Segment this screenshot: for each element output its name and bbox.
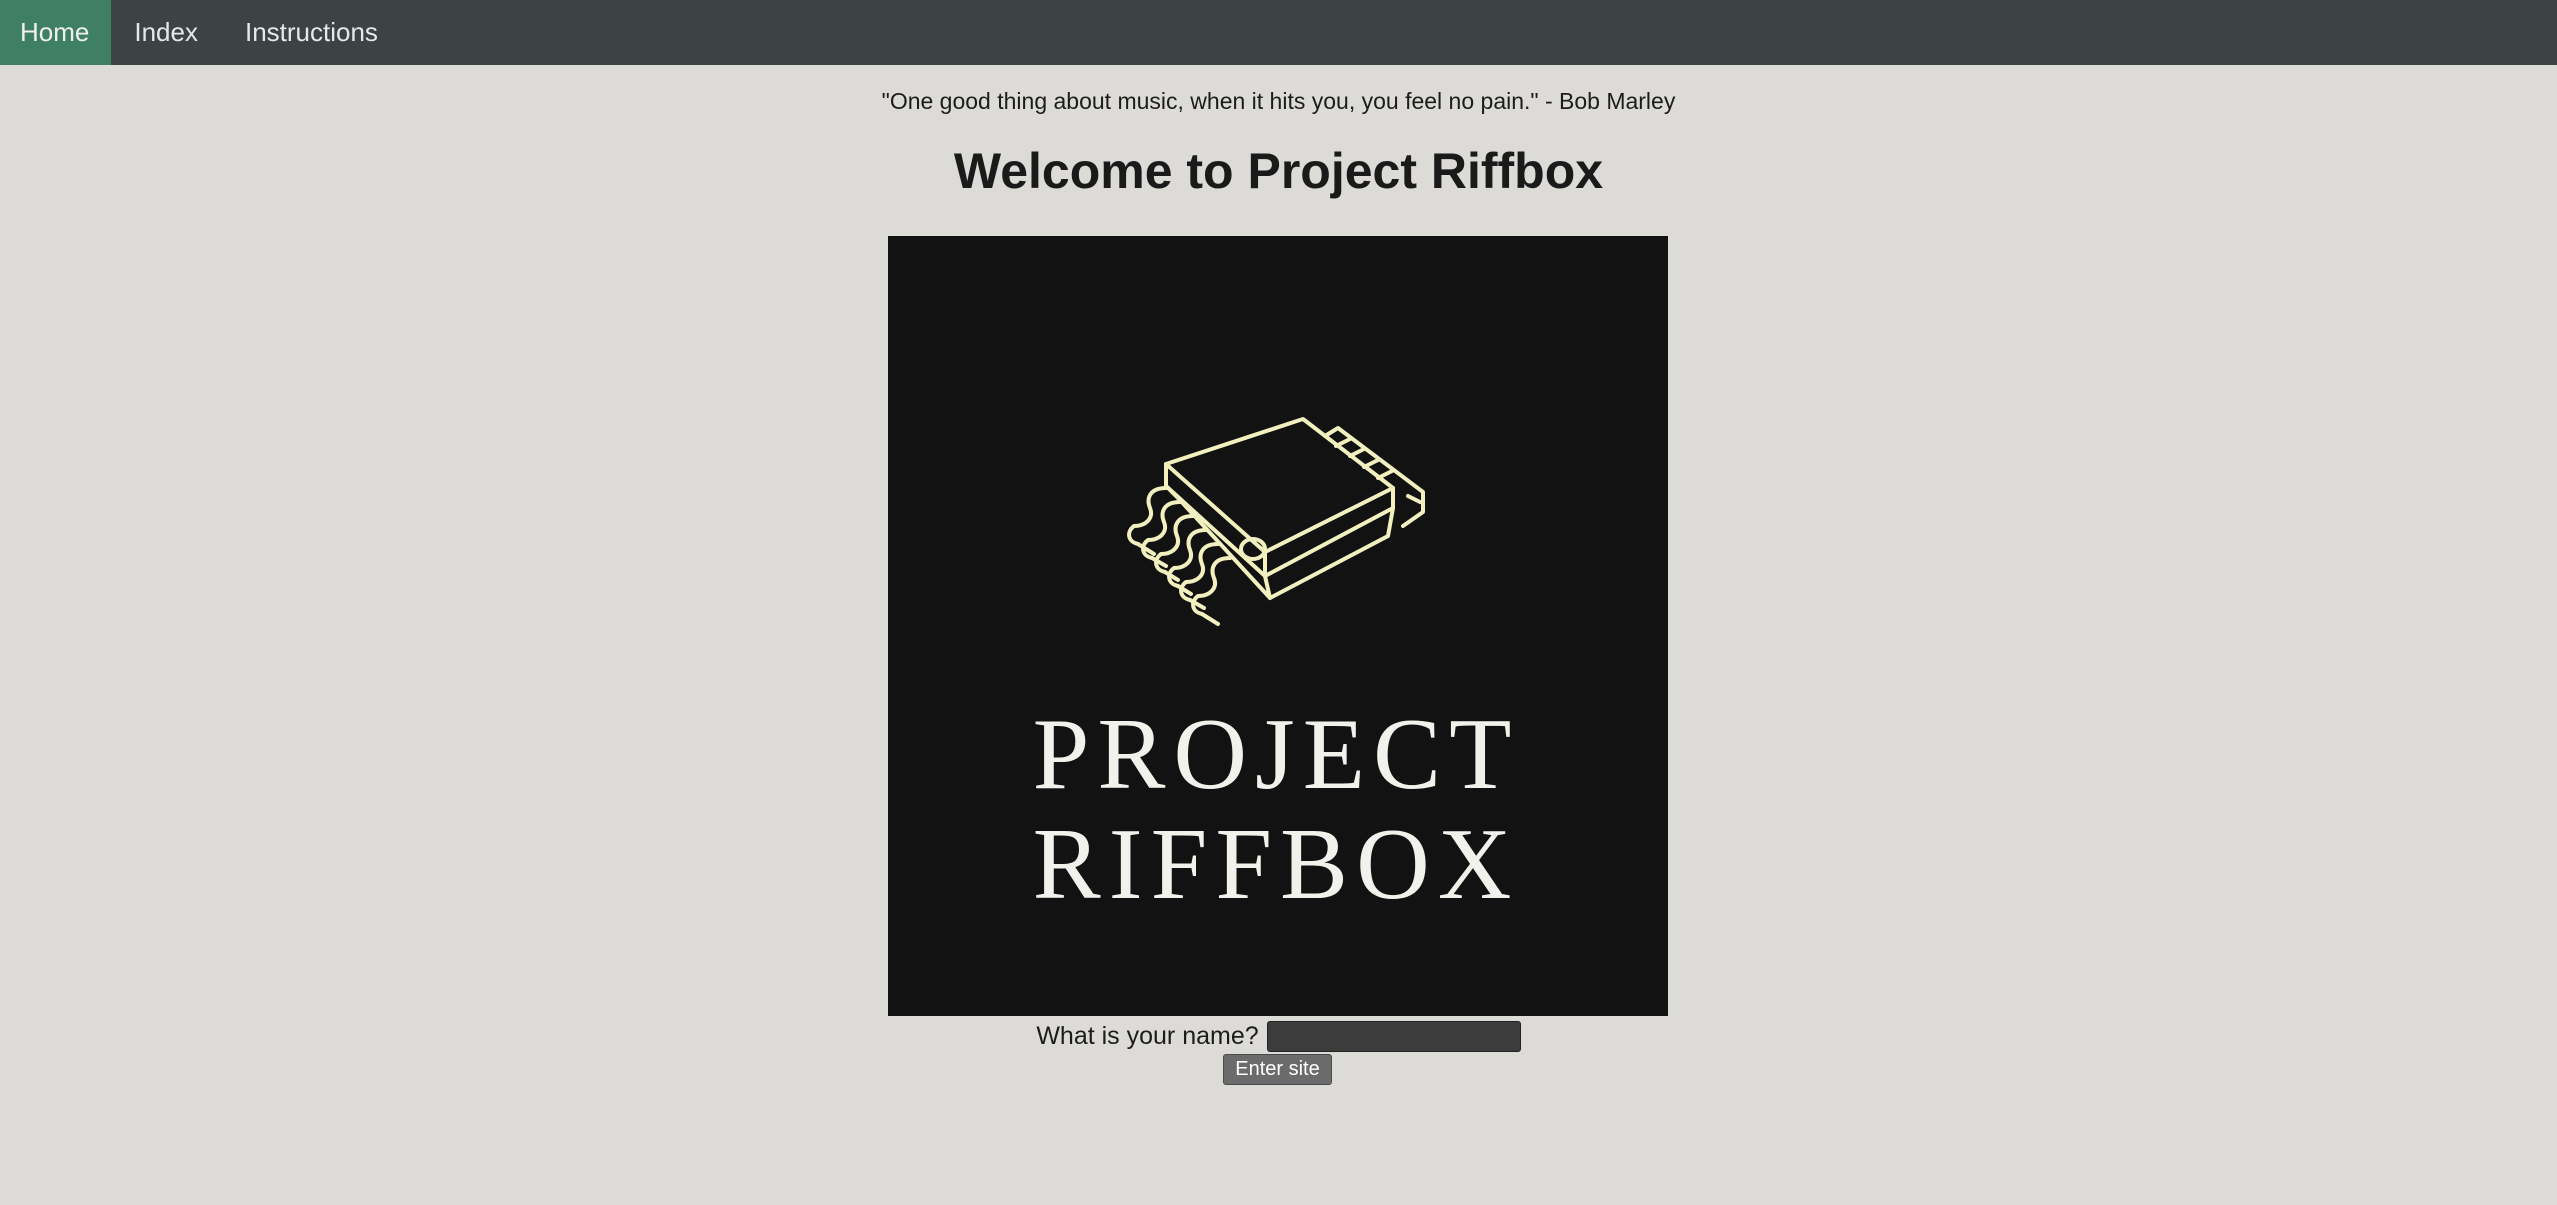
name-label: What is your name? — [1036, 1022, 1259, 1050]
logo-wordmark: PROJECT RIFFBOX — [1033, 698, 1520, 921]
name-form-row: What is your name? — [0, 1021, 2557, 1052]
bob-marley-quote: "One good thing about music, when it hit… — [881, 88, 1676, 114]
ic-chip-wavy-pins-icon — [1127, 417, 1425, 626]
nav-index[interactable]: Index — [111, 0, 222, 65]
project-riffbox-logo: PROJECT RIFFBOX — [888, 236, 1668, 1016]
logo-line-project: PROJECT — [1033, 698, 1520, 811]
name-input[interactable] — [1266, 1021, 1521, 1052]
enter-site-button[interactable]: Enter site — [1223, 1054, 1332, 1085]
page-title: Welcome to Project Riffbox — [953, 143, 1604, 199]
nav-home[interactable]: Home — [0, 0, 112, 65]
nav-instructions[interactable]: Instructions — [222, 0, 402, 65]
top-navbar: Home Index Instructions — [0, 0, 2557, 65]
logo-line-riffbox: RIFFBOX — [1033, 808, 1520, 921]
